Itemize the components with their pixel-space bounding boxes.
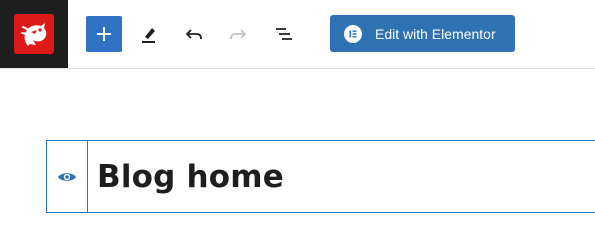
redo-button[interactable] <box>220 16 256 52</box>
undo-icon <box>186 29 202 40</box>
elementor-button-label: Edit with Elementor <box>375 25 496 42</box>
list-view-icon <box>276 28 292 40</box>
plus-icon <box>97 27 111 41</box>
visibility-toggle[interactable] <box>47 141 88 212</box>
add-block-button[interactable] <box>86 16 122 52</box>
post-title-block[interactable]: Blog home <box>46 140 595 213</box>
edit-with-elementor-button[interactable]: Edit with Elementor <box>330 15 515 52</box>
eye-icon <box>58 172 76 181</box>
pen-icon <box>142 28 155 43</box>
undo-button[interactable] <box>176 16 212 52</box>
editor-screen: Edit with Elementor Blog home <box>0 0 595 239</box>
elementor-icon <box>344 24 362 43</box>
editor-toolbar: Edit with Elementor <box>0 0 595 69</box>
page-title[interactable]: Blog home <box>97 141 284 212</box>
tools-button[interactable] <box>131 16 167 52</box>
site-logo-button[interactable] <box>0 0 68 68</box>
list-view-button[interactable] <box>266 16 302 52</box>
redo-icon <box>230 29 246 40</box>
dragon-logo-icon <box>14 14 54 54</box>
